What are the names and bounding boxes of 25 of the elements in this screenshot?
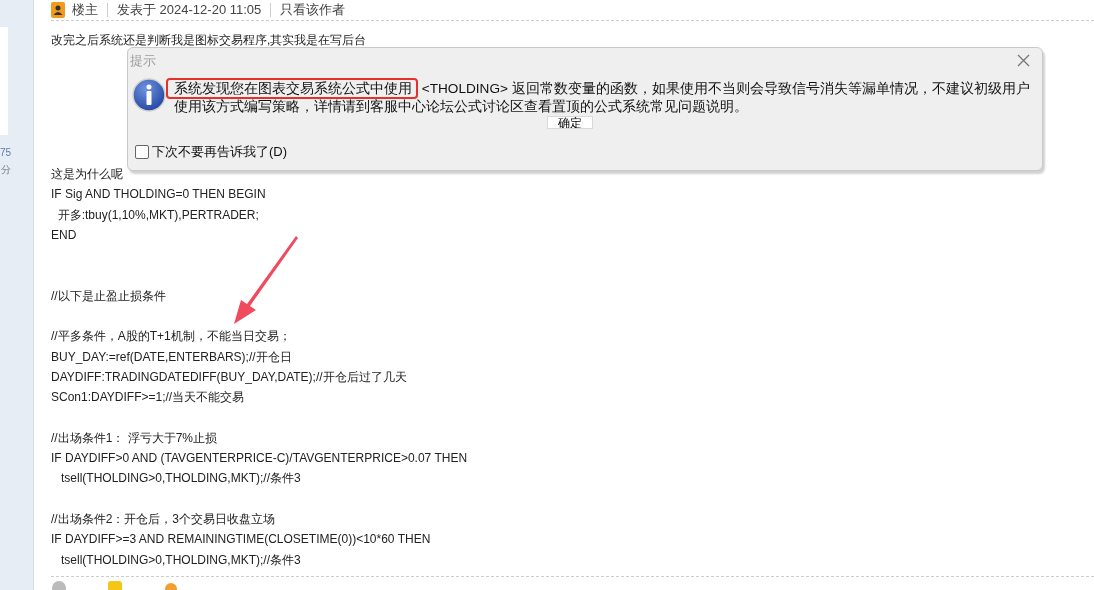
code-line: IF DAYDIFF>=3 AND REMAININGTIME(CLOSETIME(0))<10*60 THEN: [51, 531, 432, 549]
code-line: //出场条件1： 浮亏大于7%止损: [51, 429, 219, 447]
dont-show-checkbox[interactable]: 下次不要再告诉我了(D): [135, 143, 1042, 161]
code-line: END: [51, 226, 78, 244]
dialog-title: 提示: [130, 52, 156, 70]
code-line: //以下是止盈止损条件: [51, 287, 167, 305]
stat-value: 75: [0, 147, 13, 158]
code-line: //出场条件2：开仓后，3个交易日收盘立场: [51, 511, 276, 529]
author-only-link[interactable]: 只看该作者: [280, 1, 346, 19]
code-line: SCon1:DAYDIFF>=1;//当天不能交易: [51, 389, 246, 407]
code-line: tsell(THOLDING>0,THOLDING,MKT);//条件3: [60, 551, 302, 569]
stat-unit: 分: [1, 163, 12, 177]
poster-role: 楼主: [72, 1, 98, 19]
code-line: BUY_DAY:=ref(DATE,ENTERBARS);//开仓日: [51, 348, 293, 366]
code-line: //平多条件，A股的T+1机制，不能当日交易；: [51, 328, 292, 346]
code-line: DAYDIFF:TRADINGDATEDIFF(BUY_DAY,DATE);//开仓后过了几天: [51, 368, 408, 386]
code-line: 开多:tbuy(1,10%,MKT),PERTRADER;: [56, 206, 260, 224]
code-line: IF DAYDIFF>0 AND (TAVGENTERPRICE-C)/TAVGENTERPRICE>0.07 THEN: [51, 450, 469, 468]
code-line: 这是为什么呢: [51, 166, 124, 183]
post-time: 发表于 2024-12-20 11:05: [117, 1, 262, 19]
post-text: 改完之后系统还是判断我是图标交易程序,其实我是在写后台: [51, 32, 368, 49]
ok-button[interactable]: 确定: [547, 116, 593, 129]
highlight-box: 系统发现您在图表交易系统公式中使用: [166, 78, 418, 99]
code-line: tsell(THOLDING>0,THOLDING,MKT);//条件3: [60, 470, 302, 488]
code-line: IF Sig AND THOLDING=0 THEN BEGIN: [51, 186, 267, 204]
